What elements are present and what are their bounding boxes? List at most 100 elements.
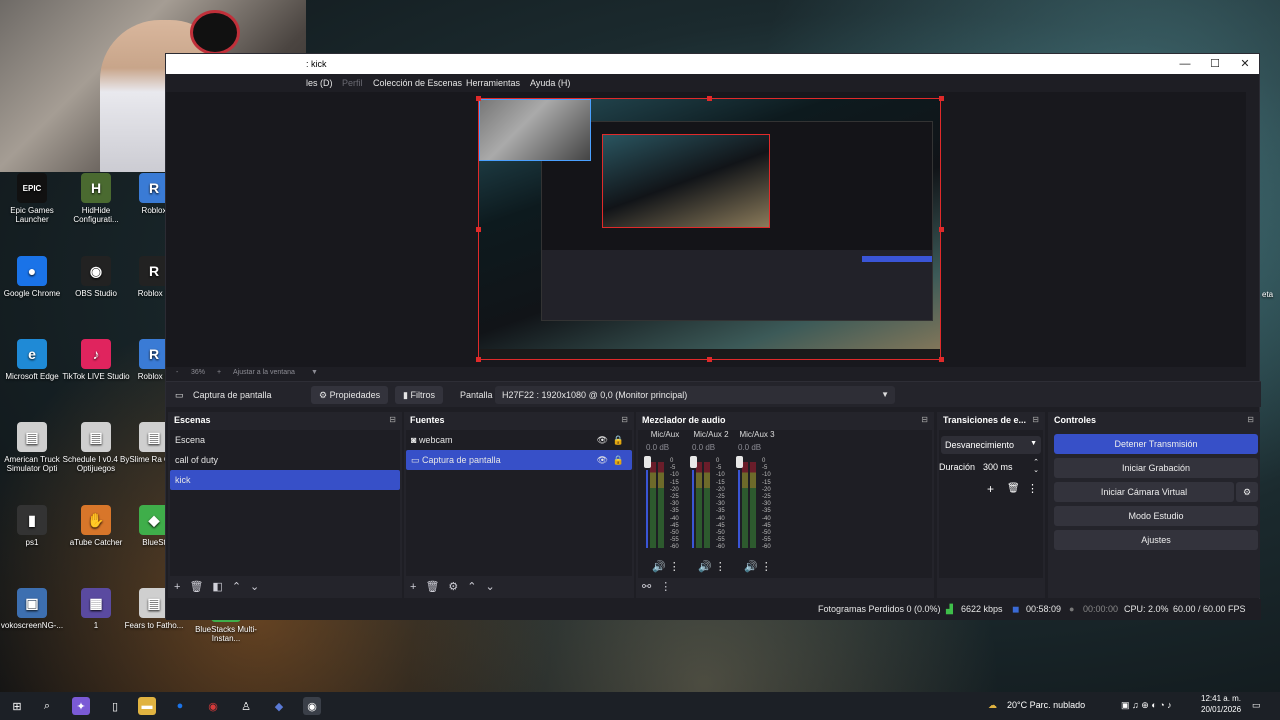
add-icon[interactable]: + xyxy=(174,581,180,593)
desktop-icon[interactable]: EPIC Epic Games Launcher xyxy=(0,173,68,224)
gear-icon[interactable]: ⚙ xyxy=(448,581,458,593)
resize-handle[interactable] xyxy=(476,96,481,101)
scene-item[interactable]: call of duty xyxy=(170,450,400,470)
resize-handle[interactable] xyxy=(939,227,944,232)
down-icon[interactable]: ⌄ xyxy=(486,581,495,593)
channel-name: Mic/Aux 3 xyxy=(739,430,775,439)
properties-button[interactable]: ⚙ Propiedades xyxy=(311,386,389,404)
speaker-icon[interactable]: 🔊 xyxy=(698,561,712,573)
dock-options-icon[interactable]: ⊟ xyxy=(1247,412,1254,428)
desktop-icon[interactable]: ● Google Chrome xyxy=(0,256,68,298)
transition-select[interactable]: Desvanecimiento ▼ xyxy=(941,436,1041,454)
preview-area[interactable] xyxy=(166,92,1246,367)
volume-slider-handle[interactable] xyxy=(736,456,743,468)
menu-dots-icon[interactable]: ⋮ xyxy=(660,581,671,593)
clock-time[interactable]: 12:41 a. m. xyxy=(1201,694,1241,703)
lock-icon[interactable]: 🔒 xyxy=(613,450,624,470)
desktop-icon[interactable]: e Microsoft Edge xyxy=(0,339,68,381)
dock-options-icon[interactable]: ⊟ xyxy=(621,412,628,428)
folder-icon[interactable]: ▬ xyxy=(138,697,156,715)
filter-icon[interactable]: ◧ xyxy=(212,581,222,593)
resize-handle[interactable] xyxy=(476,227,481,232)
trash-icon[interactable]: 🗑 xyxy=(1007,483,1020,494)
fit-to-window[interactable]: Ajustar a la ventana xyxy=(233,369,295,376)
volume-slider-handle[interactable] xyxy=(644,456,651,468)
channel-controls: 🔊 ⋮ xyxy=(744,560,772,573)
menu-dots-icon[interactable]: ⋮ xyxy=(758,561,772,573)
db-tick: -5 xyxy=(762,465,768,472)
stop-streaming-button[interactable]: Detener Transmisión xyxy=(1054,434,1258,454)
dock-options-icon[interactable]: ⊟ xyxy=(921,412,928,428)
zoom-out-button[interactable]: - xyxy=(176,369,178,376)
speaker-icon[interactable]: 🔊 xyxy=(744,561,758,573)
down-icon[interactable]: ⌄ xyxy=(250,581,259,593)
source-item[interactable]: ◙ webcam 👁 🔒 xyxy=(406,430,632,450)
spin-down-icon[interactable]: ⌄ xyxy=(1033,466,1039,474)
desktop-icon[interactable]: ▣ vokoscreenNG-... xyxy=(0,588,68,630)
menu-scene-collection[interactable]: Colección de Escenas xyxy=(373,78,462,88)
db-tick: -50 xyxy=(762,530,771,537)
settings-button[interactable]: Ajustes xyxy=(1054,530,1258,550)
filters-button[interactable]: ▮ Filtros xyxy=(395,386,443,404)
trash-icon[interactable]: 🗑 xyxy=(189,581,203,593)
display-select[interactable]: H27F22 : 1920x1080 @ 0,0 (Monitor princi… xyxy=(495,386,895,404)
start-virtual-camera-button[interactable]: Iniciar Cámara Virtual xyxy=(1054,482,1234,502)
speaker-icon[interactable]: 🔊 xyxy=(652,561,666,573)
app-icon[interactable]: ◆ xyxy=(270,697,288,715)
canvas-webcam-source[interactable] xyxy=(479,99,591,161)
resize-handle[interactable] xyxy=(939,357,944,362)
studio-mode-button[interactable]: Modo Estudio xyxy=(1054,506,1258,526)
obs-icon[interactable]: ◉ xyxy=(303,697,321,715)
resize-handle[interactable] xyxy=(707,96,712,101)
volume-slider-handle[interactable] xyxy=(690,456,697,468)
chrome-icon[interactable]: ● xyxy=(171,697,189,715)
add-icon[interactable]: + xyxy=(410,581,416,593)
zoom-in-button[interactable]: + xyxy=(217,369,221,376)
virtual-camera-settings-button[interactable]: ⚙ xyxy=(1236,482,1258,502)
search-icon[interactable]: ⌕ xyxy=(38,697,56,715)
desktop-icon[interactable]: ▮ ps1 xyxy=(0,505,68,547)
up-icon[interactable]: ⌃ xyxy=(232,581,241,593)
resize-handle[interactable] xyxy=(476,357,481,362)
menu-dots-icon[interactable]: ⋮ xyxy=(1027,482,1038,495)
red-app-icon[interactable]: ◉ xyxy=(204,697,222,715)
notification-icon[interactable]: ▭ xyxy=(1252,700,1261,711)
spin-up-icon[interactable]: ⌃ xyxy=(1033,458,1039,466)
tray-icons[interactable]: ▣ ♫ ⊕ ◐ ◔ ♪ xyxy=(1121,700,1172,711)
audio-app-icon[interactable]: ♙ xyxy=(237,697,255,715)
add-icon[interactable]: + xyxy=(987,482,994,496)
dock-options-icon[interactable]: ⊟ xyxy=(1032,412,1039,428)
source-item[interactable]: ▭ Captura de pantalla 👁 🔒 xyxy=(406,450,632,470)
menu-dots-icon[interactable]: ⋮ xyxy=(712,561,726,573)
duration-spinbox[interactable]: 300 ms ⌃ ⌄ xyxy=(979,458,1041,476)
resize-handle[interactable] xyxy=(939,96,944,101)
menu-help[interactable]: Ayuda (H) xyxy=(530,78,570,88)
maximize-button[interactable]: ☐ xyxy=(1200,56,1230,72)
link-icon[interactable]: ⚯ xyxy=(642,581,651,593)
file-icon[interactable]: ▯ xyxy=(106,697,124,715)
preview-canvas[interactable] xyxy=(478,98,941,360)
weather-text[interactable]: 20°C Parc. nublado xyxy=(1007,700,1085,710)
scene-item[interactable]: kick xyxy=(170,470,400,490)
start-recording-button[interactable]: Iniciar Grabación xyxy=(1054,458,1258,478)
db-tick: -40 xyxy=(762,515,771,522)
dock-options-icon[interactable]: ⊟ xyxy=(389,412,396,428)
eye-icon[interactable]: 👁 xyxy=(597,450,608,470)
lock-icon[interactable]: 🔒 xyxy=(613,430,624,450)
minimize-button[interactable]: — xyxy=(1170,56,1200,72)
copilot-icon[interactable]: ✦ xyxy=(72,697,90,715)
eye-icon[interactable]: 👁 xyxy=(597,430,608,450)
windows-start-icon[interactable]: ⊞ xyxy=(8,697,26,715)
close-button[interactable]: ✕ xyxy=(1230,56,1260,72)
clock-date[interactable]: 20/01/2026 xyxy=(1201,705,1241,714)
desktop-icon[interactable]: ▤ American Truck Simulator Opti xyxy=(0,422,68,473)
resize-handle[interactable] xyxy=(707,357,712,362)
zoom-dropdown-icon[interactable]: ▼ xyxy=(311,369,318,376)
trash-icon[interactable]: 🗑 xyxy=(425,581,439,593)
scene-item[interactable]: Escena xyxy=(170,430,400,450)
menu-profile[interactable]: Perfil xyxy=(342,78,363,88)
up-icon[interactable]: ⌃ xyxy=(467,581,476,593)
menu-tools[interactable]: Herramientas xyxy=(466,78,520,88)
menu-dots-icon[interactable]: ⋮ xyxy=(666,561,680,573)
menu-docks[interactable]: les (D) xyxy=(306,78,333,88)
